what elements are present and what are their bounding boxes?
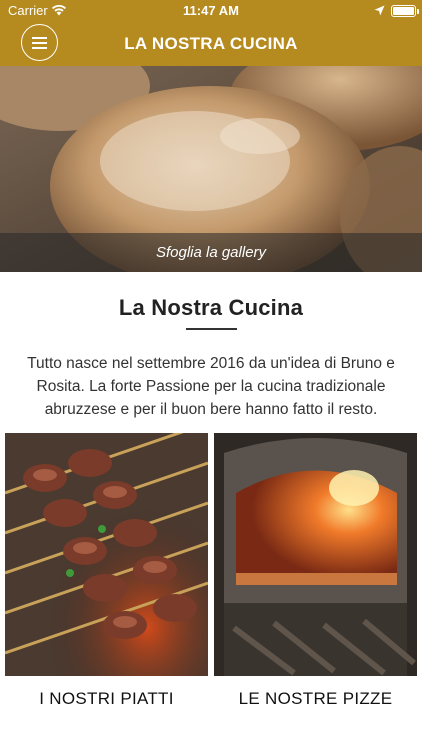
- gallery-banner[interactable]: Sfoglia la gallery: [0, 66, 422, 272]
- gallery-caption: Sfoglia la gallery: [0, 233, 422, 272]
- title-divider: [186, 328, 237, 330]
- battery-tip: [417, 9, 419, 14]
- intro-text: Tutto nasce nel settembre 2016 da un'ide…: [27, 355, 395, 418]
- clock: 11:47 AM: [183, 3, 239, 18]
- battery-icon: [391, 5, 416, 17]
- skewers-photo: [5, 433, 208, 676]
- dishes-label[interactable]: I NOSTRI PIATTI: [5, 689, 208, 709]
- status-bar: Carrier 11:47 AM: [0, 0, 422, 22]
- pizzas-tile[interactable]: [214, 433, 417, 676]
- section-title: La Nostra Cucina: [118, 295, 304, 320]
- location-arrow-icon: [374, 5, 385, 16]
- app-header: LA NOSTRA CUCINA: [0, 22, 422, 66]
- oven-photo: [214, 433, 417, 676]
- dishes-tile[interactable]: [5, 433, 208, 676]
- pizzas-label[interactable]: LE NOSTRE PIZZE: [214, 689, 417, 709]
- header-title: LA NOSTRA CUCINA: [124, 34, 298, 53]
